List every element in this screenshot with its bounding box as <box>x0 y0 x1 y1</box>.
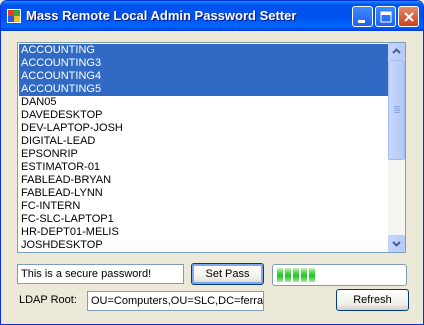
maximize-icon <box>380 11 392 23</box>
minimize-icon <box>358 20 365 23</box>
password-field[interactable]: This is a secure password! <box>17 264 184 284</box>
window-title: Mass Remote Local Admin Password Setter <box>26 8 297 23</box>
scroll-down-button[interactable] <box>388 235 405 252</box>
computer-list: ACCOUNTING ACCOUNTING3 ACCOUNTING4 ACCOUNTI… <box>19 44 388 252</box>
progress-segment <box>309 268 315 282</box>
main-window: Mass Remote Local Admin Password Setter … <box>0 0 424 325</box>
list-item[interactable]: ACCOUNTING3 <box>19 57 388 70</box>
chevron-up-icon <box>392 48 401 54</box>
list-item[interactable]: DIGITAL-LEAD <box>19 135 388 148</box>
set-pass-button[interactable]: Set Pass <box>191 263 264 285</box>
maximize-button[interactable] <box>375 6 396 27</box>
list-item[interactable]: ACCOUNTING4 <box>19 70 388 83</box>
list-item[interactable]: DAVEDESKTOP <box>19 109 388 122</box>
scroll-up-button[interactable] <box>388 43 405 60</box>
ldap-root-field[interactable]: OU=Computers,OU=SLC,DC=ferrari <box>87 291 264 311</box>
ldap-root-label: LDAP Root: <box>19 294 77 306</box>
title-bar[interactable]: Mass Remote Local Admin Password Setter <box>1 1 423 31</box>
list-item[interactable]: ESTIMATOR-01 <box>19 161 388 174</box>
progress-segment <box>277 268 283 282</box>
refresh-button[interactable]: Refresh <box>336 289 409 311</box>
chevron-down-icon <box>392 241 401 247</box>
minimize-button[interactable] <box>352 6 373 27</box>
list-item[interactable]: FABLEAD-BRYAN <box>19 174 388 187</box>
progress-segment <box>285 268 291 282</box>
list-item[interactable]: FC-SLC-LAPTOP1 <box>19 213 388 226</box>
list-item[interactable]: ACCOUNTING <box>19 44 388 57</box>
progress-segment <box>301 268 307 282</box>
list-item[interactable]: ACCOUNTING5 <box>19 83 388 96</box>
list-item[interactable]: DAN05 <box>19 96 388 109</box>
list-item[interactable]: EPSONRIP <box>19 148 388 161</box>
app-icon <box>7 9 21 23</box>
computer-listbox[interactable]: ACCOUNTING ACCOUNTING3 ACCOUNTING4 ACCOUNTI… <box>17 42 406 253</box>
scroll-thumb[interactable] <box>388 60 405 160</box>
list-item[interactable]: FC-INTERN <box>19 200 388 213</box>
close-icon <box>404 12 414 22</box>
list-item[interactable]: FABLEAD-LYNN <box>19 187 388 200</box>
close-button[interactable] <box>398 6 419 27</box>
list-item[interactable]: DEV-LAPTOP-JOSH <box>19 122 388 135</box>
list-item[interactable]: HR-DEPT01-MELIS <box>19 226 388 239</box>
vertical-scrollbar[interactable] <box>388 43 405 252</box>
list-item[interactable]: JOSHDESKTOP <box>19 239 388 252</box>
progress-bar <box>272 264 407 286</box>
progress-segment <box>293 268 299 282</box>
